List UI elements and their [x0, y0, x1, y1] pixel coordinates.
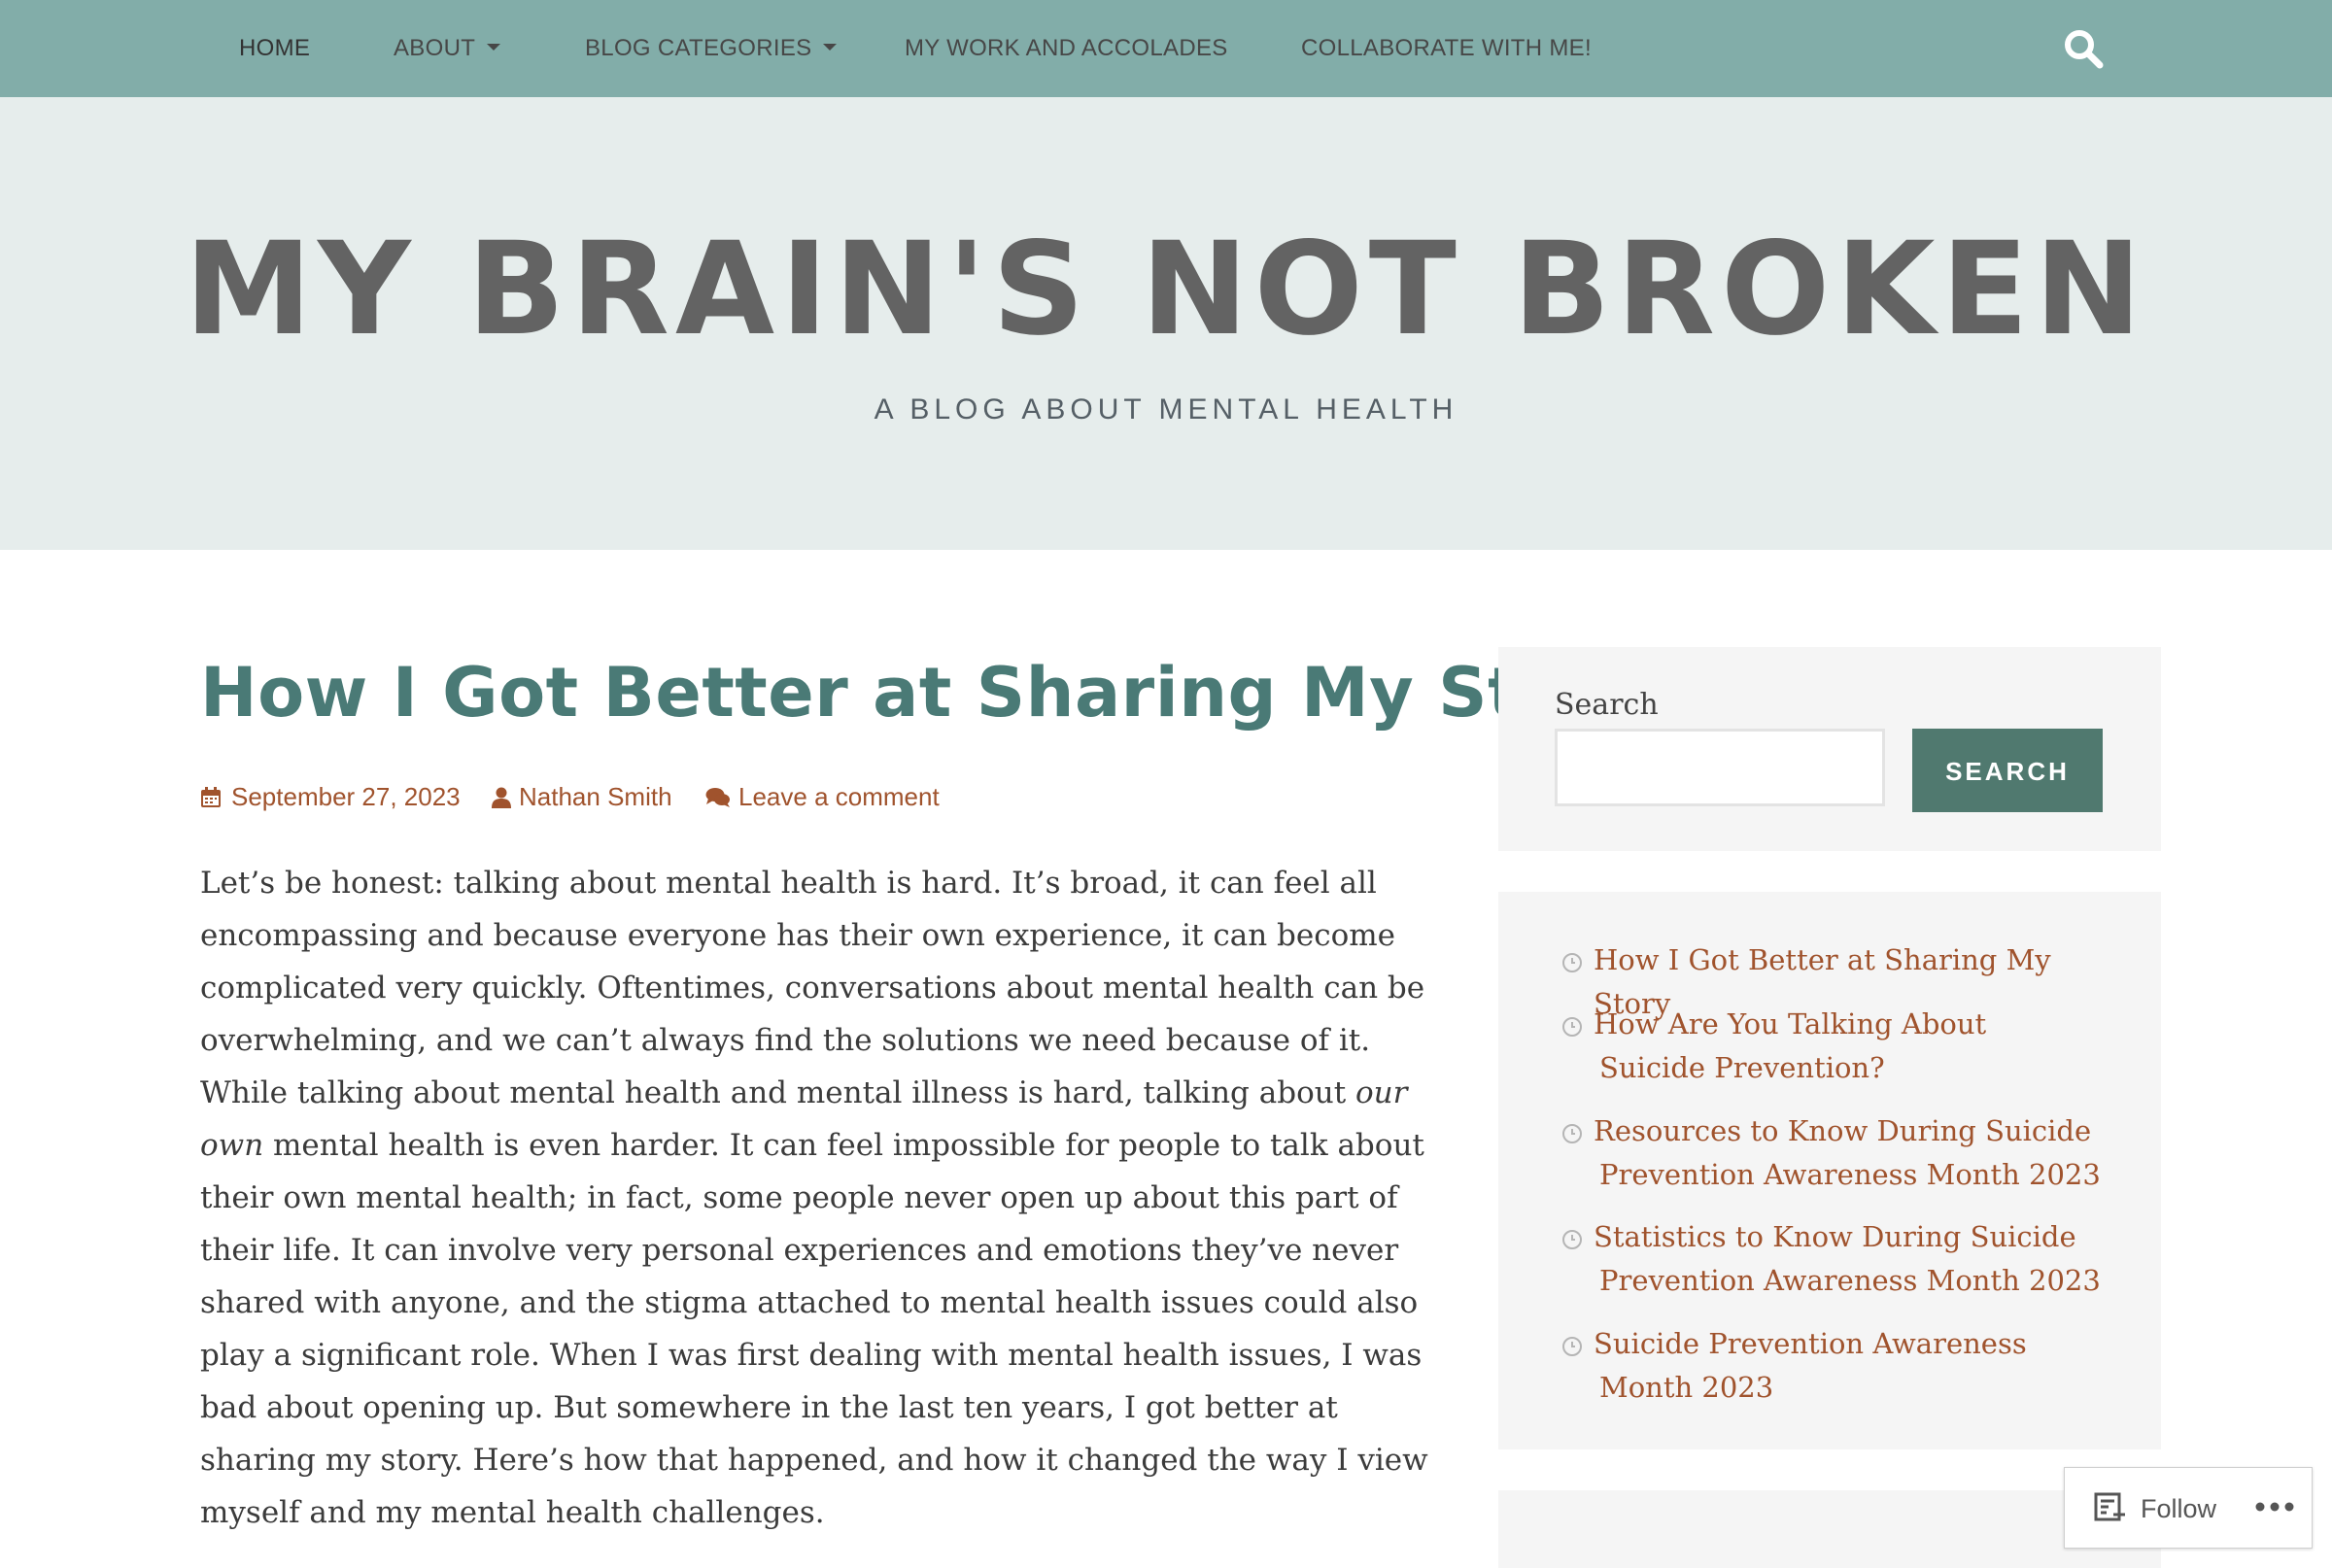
post-title[interactable]: How I Got Better at Sharing My Story — [200, 649, 1646, 736]
user-icon — [492, 787, 511, 808]
search-button[interactable]: SEARCH — [1912, 729, 2103, 812]
nav-item-my-work[interactable]: MY WORK AND ACCOLADES — [905, 0, 1228, 97]
recent-post-title: Prevention Awareness Month 2023 — [1599, 1264, 2101, 1297]
top-navigation: HOME ABOUT BLOG CATEGORIES MY WORK AND A… — [0, 0, 2332, 97]
recent-post-title: Suicide Prevention Awareness — [1594, 1327, 2027, 1360]
calendar-icon — [201, 787, 221, 807]
post-author-link[interactable]: Nathan Smith — [492, 777, 686, 816]
recent-posts-widget: How I Got Better at Sharing My Story How… — [1498, 892, 2161, 1449]
nav-item-label: HOME — [239, 35, 311, 61]
clock-icon — [1562, 1337, 1582, 1356]
site-description: A BLOG ABOUT MENTAL HEALTH — [874, 393, 1458, 426]
clock-icon — [1562, 1124, 1582, 1143]
post-comments-link[interactable]: Leave a comment — [705, 777, 958, 816]
reader-follow-icon[interactable] — [2094, 1491, 2127, 1524]
nav-item-blog-categories[interactable]: BLOG CATEGORIES — [585, 0, 838, 97]
search-label: Search — [1555, 688, 1659, 722]
chevron-down-icon — [823, 44, 838, 51]
recent-post-title: Suicide Prevention? — [1599, 1051, 1885, 1084]
recent-post-title: Resources to Know During Suicide — [1594, 1114, 2092, 1147]
nav-item-label: MY WORK AND ACCOLADES — [905, 35, 1228, 61]
recent-post-title: Month 2023 — [1599, 1371, 1774, 1404]
post-comments: Leave a comment — [738, 782, 940, 811]
recent-post-title: Statistics to Know During Suicide — [1594, 1220, 2076, 1253]
nav-item-label: BLOG CATEGORIES — [585, 35, 812, 61]
recent-post-link[interactable]: How Are You Talking About Suicide Preven… — [1561, 1003, 2106, 1090]
nav-item-collaborate[interactable]: COLLABORATE WITH ME! — [1301, 0, 1592, 97]
post-paragraph: Let’s be honest: talking about mental he… — [200, 857, 1434, 1539]
clock-icon — [1562, 1017, 1582, 1037]
nav-item-about[interactable]: ABOUT — [394, 0, 501, 97]
follow-button[interactable]: Follow — [2141, 1468, 2216, 1550]
post-author: Nathan Smith — [519, 782, 672, 811]
recent-post-title: How Are You Talking About — [1594, 1007, 1987, 1040]
comments-icon — [705, 788, 730, 807]
recent-post-link[interactable]: Suicide Prevention Awareness Month 2023 — [1561, 1322, 2106, 1410]
post-date: September 27, 2023 — [231, 782, 461, 811]
nav-item-label: ABOUT — [394, 35, 476, 61]
post-date-link[interactable]: September 27, 2023 — [200, 777, 463, 816]
site-title[interactable]: MY BRAIN'S NOT BROKEN — [0, 222, 2332, 358]
clock-icon — [1562, 1230, 1582, 1249]
nav-item-label: COLLABORATE WITH ME! — [1301, 35, 1592, 61]
post-content: Let’s be honest: talking about mental he… — [200, 857, 1434, 1539]
search-input[interactable] — [1555, 729, 1885, 806]
follow-bar: Follow — [2064, 1467, 2313, 1549]
recent-post-title: Prevention Awareness Month 2023 — [1599, 1158, 2101, 1191]
more-horizontal-icon[interactable] — [2255, 1501, 2294, 1513]
sidebar-widget — [1498, 1490, 2161, 1568]
nav-item-home[interactable]: HOME — [239, 0, 310, 97]
post-text: Let’s be honest: talking about mental he… — [200, 866, 1425, 1110]
site-header: MY BRAIN'S NOT BROKEN A BLOG ABOUT MENTA… — [0, 97, 2332, 550]
search-icon[interactable] — [2062, 27, 2105, 70]
clock-icon — [1562, 953, 1582, 972]
recent-post-link[interactable]: Resources to Know During Suicide Prevent… — [1561, 1109, 2106, 1197]
chevron-down-icon — [487, 44, 501, 51]
search-widget: Search SEARCH — [1498, 647, 2161, 851]
post-text: mental health is even harder. It can fee… — [200, 1128, 1428, 1530]
recent-post-link[interactable]: Statistics to Know During Suicide Preven… — [1561, 1215, 2106, 1303]
